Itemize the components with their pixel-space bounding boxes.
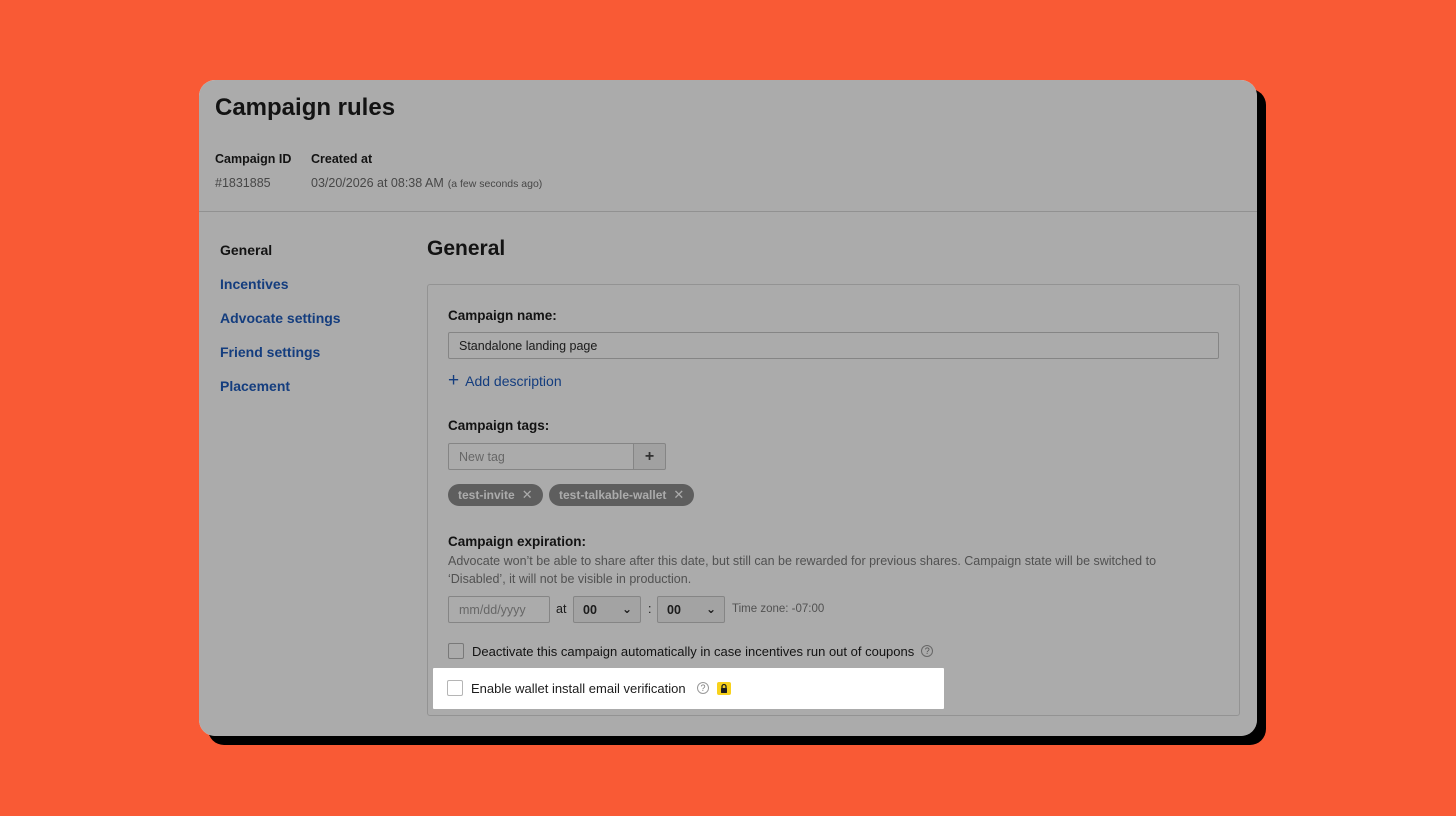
hour-select[interactable]: 00 ⌄ [573, 596, 641, 623]
timezone-text: Time zone: -07:00 [732, 603, 825, 615]
campaign-id-label: Campaign ID [215, 152, 292, 166]
add-tag-button[interactable]: + [633, 443, 666, 470]
close-icon[interactable]: ✕ [673, 487, 684, 503]
campaign-rules-card: Campaign rules Campaign ID #1831885 Crea… [199, 80, 1257, 736]
page-title: Campaign rules [215, 94, 396, 121]
sidebar-item-placement[interactable]: Placement [220, 378, 341, 412]
tag-chip: test-talkable-wallet ✕ [549, 484, 695, 506]
plus-icon: + [448, 370, 460, 391]
campaign-name-label: Campaign name: [448, 308, 557, 323]
minute-value: 00 [667, 603, 681, 617]
campaign-id-value: #1831885 [215, 176, 271, 190]
expiration-help-text: Advocate won’t be able to share after th… [448, 554, 1157, 586]
created-at-label: Created at [311, 152, 373, 166]
deactivate-label: Deactivate this campaign automatically i… [472, 643, 915, 659]
sidebar-item-advocate-settings[interactable]: Advocate settings [220, 310, 341, 344]
new-tag-input[interactable]: New tag [448, 443, 634, 470]
campaign-name-input[interactable]: Standalone landing page [448, 332, 1219, 359]
wallet-verification-checkbox[interactable] [447, 680, 463, 696]
question-circle-icon[interactable]: ? [921, 645, 934, 657]
sidebar-item-incentives[interactable]: Incentives [220, 276, 341, 310]
tag-chip: test-invite ✕ [448, 484, 543, 506]
created-at-value: 03/20/2026 at 08:38 AM (a few seconds ago… [311, 176, 542, 190]
tag-chip-label: test-talkable-wallet [559, 488, 667, 502]
minute-select[interactable]: 00 ⌄ [657, 596, 725, 623]
at-text: at [556, 602, 567, 616]
sidebar-nav: General Incentives Advocate settings Fri… [220, 242, 341, 412]
question-circle-icon[interactable]: ? [697, 682, 709, 694]
campaign-expiration-label: Campaign expiration: [448, 534, 587, 549]
sidebar-item-friend-settings[interactable]: Friend settings [220, 344, 341, 378]
add-description-label: Add description [465, 373, 562, 389]
chevron-down-icon: ⌄ [621, 602, 632, 616]
colon-text: : [648, 602, 652, 616]
close-icon[interactable]: ✕ [522, 487, 533, 503]
wallet-verification-row: Enable wallet install email verification… [433, 668, 944, 709]
created-at-date: 03/20/2026 at 08:38 AM [311, 176, 444, 190]
general-panel: Campaign name: Standalone landing page +… [427, 284, 1240, 716]
deactivate-checkbox[interactable] [448, 643, 464, 659]
header-divider [199, 211, 1257, 212]
chevron-down-icon: ⌄ [705, 602, 716, 616]
wallet-verification-label: Enable wallet install email verification [471, 681, 686, 696]
campaign-tags-label: Campaign tags: [448, 418, 550, 433]
add-description-link[interactable]: + Add description [448, 370, 562, 391]
hour-value: 00 [583, 603, 597, 617]
expiration-date-input[interactable]: mm/dd/yyyy [448, 596, 550, 623]
section-title: General [427, 237, 506, 260]
lock-icon [717, 682, 731, 695]
created-at-relative: (a few seconds ago) [447, 178, 543, 190]
tag-chip-label: test-invite [458, 488, 515, 502]
sidebar-item-general[interactable]: General [220, 242, 341, 276]
deactivate-row: Deactivate this campaign automatically i… [448, 643, 934, 659]
